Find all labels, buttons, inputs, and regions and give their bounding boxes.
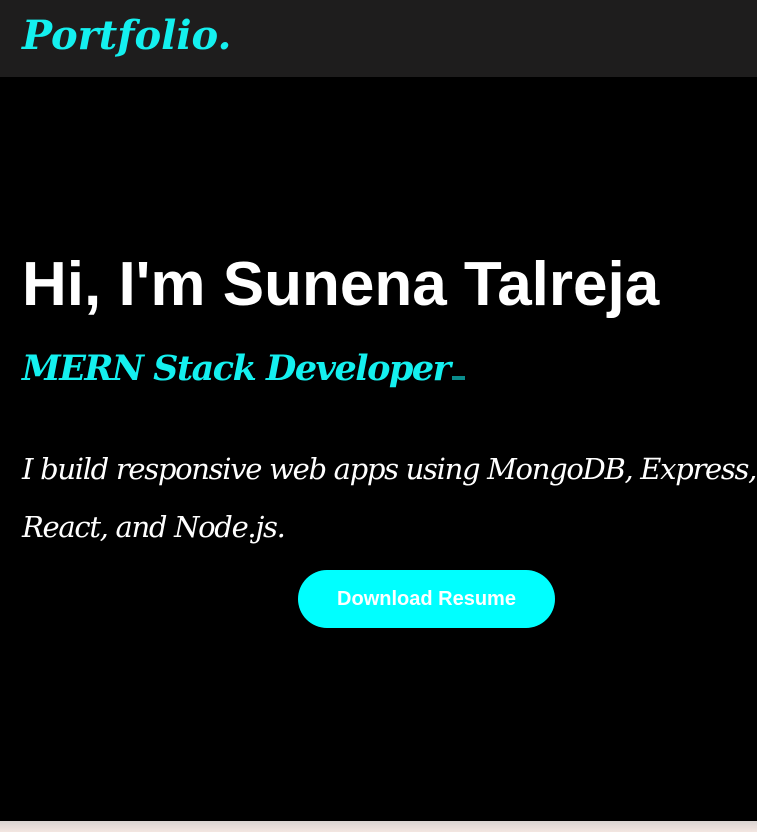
navbar: Portfolio. [0, 0, 757, 77]
brand-logo[interactable]: Portfolio. [22, 10, 231, 62]
hero-role-text: MERN Stack Developer [22, 348, 451, 389]
hero-description: I build responsive web apps using MongoD… [22, 452, 757, 544]
typing-cursor [451, 376, 465, 380]
hero-role-line: MERN Stack Developer [22, 344, 465, 394]
download-resume-button[interactable]: Download Resume [298, 570, 555, 628]
page-bottom-edge [0, 821, 757, 832]
hero-title: Hi, I'm Sunena Talreja [22, 250, 660, 319]
